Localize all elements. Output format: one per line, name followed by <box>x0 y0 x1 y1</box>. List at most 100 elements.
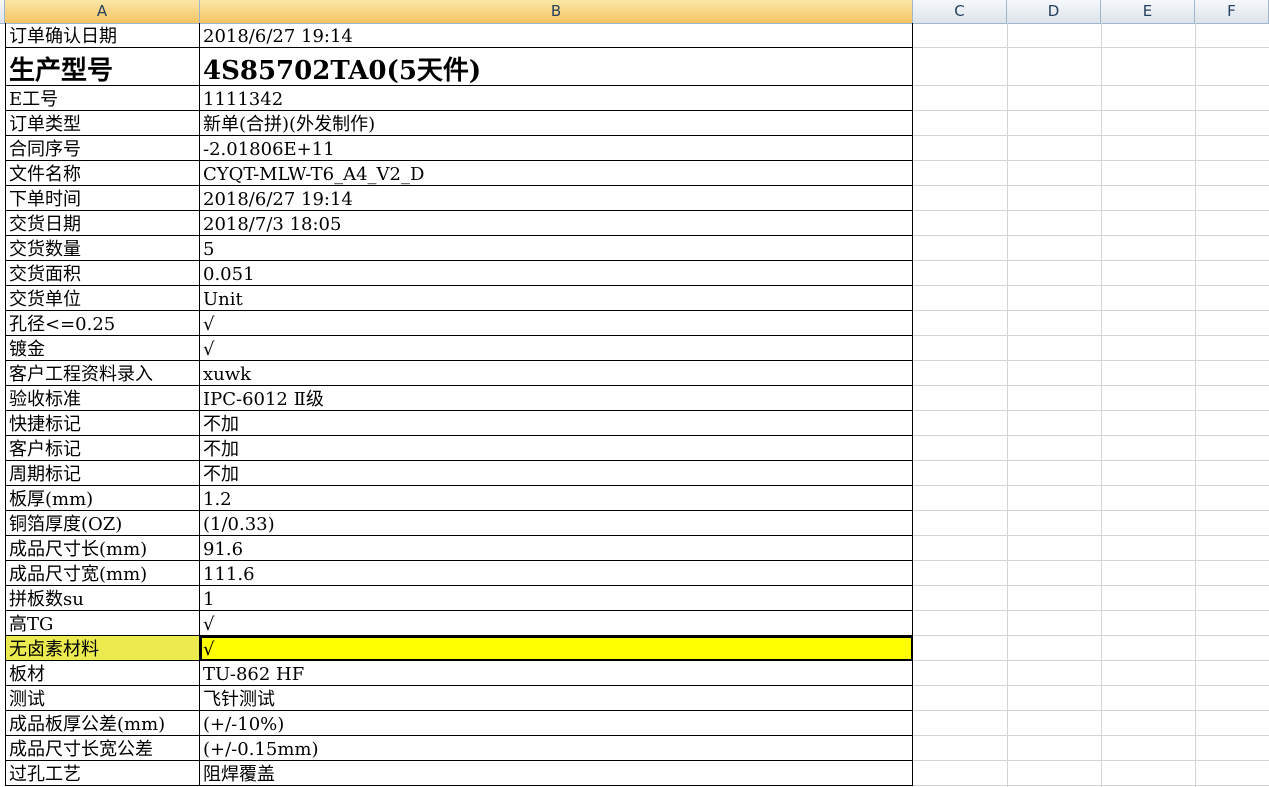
table-row: 客户标记 不加 <box>5 436 913 461</box>
column-header-a[interactable]: A <box>5 0 200 23</box>
cell-field-label[interactable]: 验收标准 <box>5 386 200 411</box>
table-row: 拼板数su 1 <box>5 586 913 611</box>
cell-field-label[interactable]: 测试 <box>5 686 200 711</box>
table-row: 合同序号 -2.01806E+11 <box>5 136 913 161</box>
cell-field-label[interactable]: 板材 <box>5 661 200 686</box>
cell-field-label[interactable]: 交货面积 <box>5 261 200 286</box>
table-row: 客户工程资料录入 xuwk <box>5 361 913 386</box>
cell-field-value[interactable]: TU-862 HF <box>200 661 913 686</box>
cell-field-value[interactable]: 不加 <box>200 461 913 486</box>
cell-field-label[interactable]: 镀金 <box>5 336 200 361</box>
gridline <box>913 435 1269 436</box>
cell-field-label[interactable]: 成品尺寸长宽公差 <box>5 736 200 761</box>
cell-field-label[interactable]: 拼板数su <box>5 586 200 611</box>
gridline <box>913 135 1269 136</box>
cell-field-value[interactable]: 2018/7/3 18:05 <box>200 211 913 236</box>
cell-field-label[interactable]: 过孔工艺 <box>5 761 200 786</box>
column-header-b[interactable]: B <box>200 0 913 23</box>
cell-field-value[interactable]: (+/-0.15mm) <box>200 736 913 761</box>
table-row: 交货数量 5 <box>5 236 913 261</box>
cell-field-value[interactable]: 新单(合拼)(外发制作) <box>200 111 913 136</box>
cell-field-label[interactable]: 订单确认日期 <box>5 23 200 48</box>
gridline <box>913 585 1269 586</box>
cell-field-label[interactable]: 交货数量 <box>5 236 200 261</box>
cell-field-value[interactable]: 不加 <box>200 411 913 436</box>
table-row: 孔径<=0.25 √ <box>5 311 913 336</box>
cell-field-value[interactable]: Unit <box>200 286 913 311</box>
cell-field-value[interactable]: 4S85702TA0(5天件) <box>200 48 913 86</box>
cell-field-value[interactable]: xuwk <box>200 361 913 386</box>
cell-field-label[interactable]: 孔径<=0.25 <box>5 311 200 336</box>
column-header-f[interactable]: F <box>1195 0 1269 23</box>
cell-field-value[interactable]: 1 <box>200 586 913 611</box>
cell-field-value[interactable]: 2018/6/27 19:14 <box>200 23 913 48</box>
table-row: 无卤素材料 √ <box>5 636 913 661</box>
gridline <box>913 460 1269 461</box>
gridline <box>913 185 1269 186</box>
cell-field-value[interactable]: 1111342 <box>200 86 913 111</box>
gridline <box>1195 23 1196 787</box>
table-row: 成品尺寸长(mm) 91.6 <box>5 536 913 561</box>
column-header-d[interactable]: D <box>1007 0 1101 23</box>
gridline <box>913 310 1269 311</box>
cell-field-value[interactable]: 不加 <box>200 436 913 461</box>
table-row: 过孔工艺 阻焊覆盖 <box>5 761 913 786</box>
selected-cell-value[interactable]: √ <box>200 636 913 661</box>
cell-field-label[interactable]: 交货日期 <box>5 211 200 236</box>
column-header-c[interactable]: C <box>913 0 1007 23</box>
cell-field-label[interactable]: 快捷标记 <box>5 411 200 436</box>
cell-field-value[interactable]: 2018/6/27 19:14 <box>200 186 913 211</box>
cell-field-value[interactable]: 91.6 <box>200 536 913 561</box>
cell-field-value[interactable]: (+/-10%) <box>200 711 913 736</box>
table-row: 板材 TU-862 HF <box>5 661 913 686</box>
cell-field-label[interactable]: 铜箔厚度(OZ) <box>5 511 200 536</box>
table-row: 成品板厚公差(mm) (+/-10%) <box>5 711 913 736</box>
cell-field-value[interactable]: √ <box>200 311 913 336</box>
table-row: 快捷标记 不加 <box>5 411 913 436</box>
cell-field-label[interactable]: 合同序号 <box>5 136 200 161</box>
cell-field-label[interactable]: 周期标记 <box>5 461 200 486</box>
cell-field-value[interactable]: -2.01806E+11 <box>200 136 913 161</box>
cell-field-label[interactable]: 成品尺寸长(mm) <box>5 536 200 561</box>
cell-field-value[interactable]: 飞针测试 <box>200 686 913 711</box>
cell-field-value[interactable]: 5 <box>200 236 913 261</box>
cell-field-label[interactable]: 订单类型 <box>5 111 200 136</box>
gridline <box>913 610 1269 611</box>
cell-field-label[interactable]: E工号 <box>5 86 200 111</box>
table-row: 订单确认日期 2018/6/27 19:14 <box>5 23 913 48</box>
cell-field-label[interactable]: 成品板厚公差(mm) <box>5 711 200 736</box>
cell-field-label[interactable]: 板厚(mm) <box>5 486 200 511</box>
table-row: 周期标记 不加 <box>5 461 913 486</box>
table-row: 测试 飞针测试 <box>5 686 913 711</box>
cell-field-value[interactable]: (1/0.33) <box>200 511 913 536</box>
cell-field-value[interactable]: 阻焊覆盖 <box>200 761 913 786</box>
gridline <box>1007 23 1008 787</box>
gridline <box>913 360 1269 361</box>
cell-field-label[interactable]: 文件名称 <box>5 161 200 186</box>
cell-field-label[interactable]: 高TG <box>5 611 200 636</box>
table-row: 生产型号 4S85702TA0(5天件) <box>5 48 913 86</box>
cell-field-value[interactable]: 0.051 <box>200 261 913 286</box>
cell-field-value[interactable]: 111.6 <box>200 561 913 586</box>
gridline <box>913 210 1269 211</box>
column-header-e[interactable]: E <box>1101 0 1195 23</box>
cell-field-label[interactable]: 成品尺寸宽(mm) <box>5 561 200 586</box>
cell-field-value[interactable]: IPC-6012 Ⅱ级 <box>200 386 913 411</box>
cell-field-label[interactable]: 无卤素材料 <box>5 636 200 661</box>
cell-field-label[interactable]: 客户工程资料录入 <box>5 361 200 386</box>
cell-field-label[interactable]: 下单时间 <box>5 186 200 211</box>
cell-field-value[interactable]: 1.2 <box>200 486 913 511</box>
cell-field-value[interactable]: √ <box>200 611 913 636</box>
cell-field-label[interactable]: 交货单位 <box>5 286 200 311</box>
cell-field-value[interactable]: CYQT-MLW-T6_A4_V2_D <box>200 161 913 186</box>
table-row: 交货单位 Unit <box>5 286 913 311</box>
cell-field-label[interactable]: 客户标记 <box>5 436 200 461</box>
cell-field-value[interactable]: √ <box>200 336 913 361</box>
gridline <box>913 160 1269 161</box>
table-row: 板厚(mm) 1.2 <box>5 486 913 511</box>
gridline <box>913 710 1269 711</box>
gridline <box>913 47 1269 48</box>
gridline <box>913 635 1269 636</box>
cell-field-label[interactable]: 生产型号 <box>5 48 200 86</box>
table-row: 成品尺寸长宽公差 (+/-0.15mm) <box>5 736 913 761</box>
